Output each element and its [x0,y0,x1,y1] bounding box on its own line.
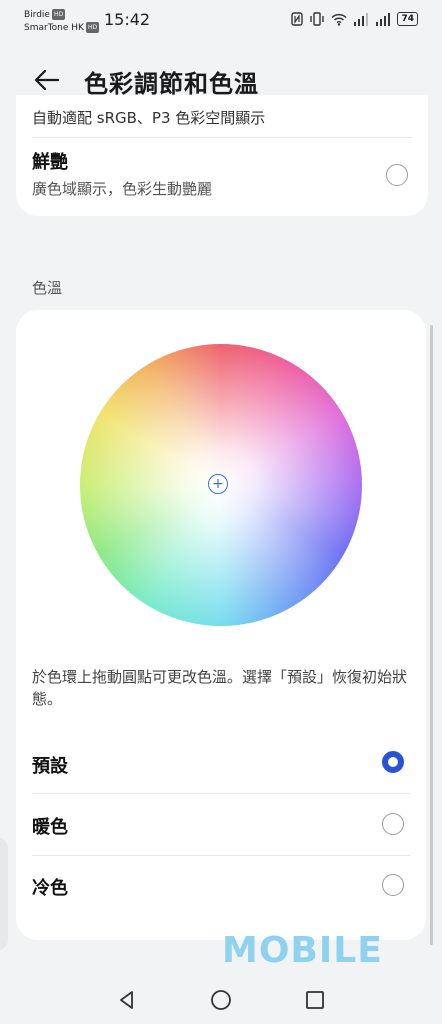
status-icons: 74 [291,12,418,26]
nfc-icon [291,12,304,26]
vivid-subtitle: 廣色域顯示，色彩生動艷麗 [32,180,213,198]
carrier-2-label: SmarTone HK [24,23,84,33]
watermark-logo: MOBILE [222,930,383,971]
hd-badge: HD [85,22,100,33]
side-edge-handle[interactable] [0,838,8,950]
option-default-radio[interactable] [382,751,404,773]
vibrate-icon [310,12,325,26]
hd-badge: HD [51,9,66,20]
option-warm[interactable]: 暖色 [16,794,426,854]
carrier-1: Birdie HD [24,9,66,21]
nav-back-button[interactable] [114,987,140,1013]
vivid-option[interactable]: 鮮艷 廣色域顯示，色彩生動艷麗 [16,138,428,216]
wifi-icon [331,13,347,26]
option-warm-radio[interactable] [382,813,404,835]
nav-recents-button[interactable] [302,987,328,1013]
clock: 15:42 [104,10,151,29]
navigation-bar [0,975,442,1024]
option-cool-radio[interactable] [382,874,404,896]
carrier-2: SmarTone HK HD [24,22,100,34]
standard-mode-subtitle: 自動適配 sRGB、P3 色彩空間顯示 [32,109,266,127]
scrollbar[interactable] [430,325,433,945]
back-triangle-icon [120,991,133,1009]
battery-icon: 74 [397,12,418,26]
option-cool[interactable]: 冷色 [16,856,426,916]
home-circle-icon [211,990,231,1010]
color-mode-card: 自動適配 sRGB、P3 色彩空間顯示 鮮艷 廣色域顯示，色彩生動艷麗 [16,95,428,216]
option-label: 預設 [32,756,68,777]
carrier-1-label: Birdie [24,10,50,20]
page-title: 色彩調節和色溫 [84,70,259,98]
option-label: 暖色 [32,817,68,838]
arrow-left-icon [34,69,60,91]
section-label-color-temperature: 色溫 [32,279,63,297]
option-default[interactable]: 預設 [16,732,426,792]
signal-icon [376,12,391,26]
signal-icon [354,12,369,26]
color-temperature-help: 於色環上拖動圓點可更改色溫。選擇「預設」恢復初始狀態。 [32,668,408,708]
vivid-radio[interactable] [386,164,408,186]
option-label: 冷色 [32,878,68,899]
back-button[interactable] [30,63,64,97]
color-temperature-card: + 於色環上拖動圓點可更改色溫。選擇「預設」恢復初始狀態。 預設 暖色 冷色 [16,310,426,940]
vivid-title: 鮮艷 [32,152,68,173]
plus-icon: + [212,476,224,492]
color-wheel-handle[interactable]: + [208,474,228,494]
nav-home-button[interactable] [208,987,234,1013]
recents-square-icon [306,991,324,1009]
status-bar: Birdie HD SmarTone HK HD 15:42 74 [0,0,442,44]
